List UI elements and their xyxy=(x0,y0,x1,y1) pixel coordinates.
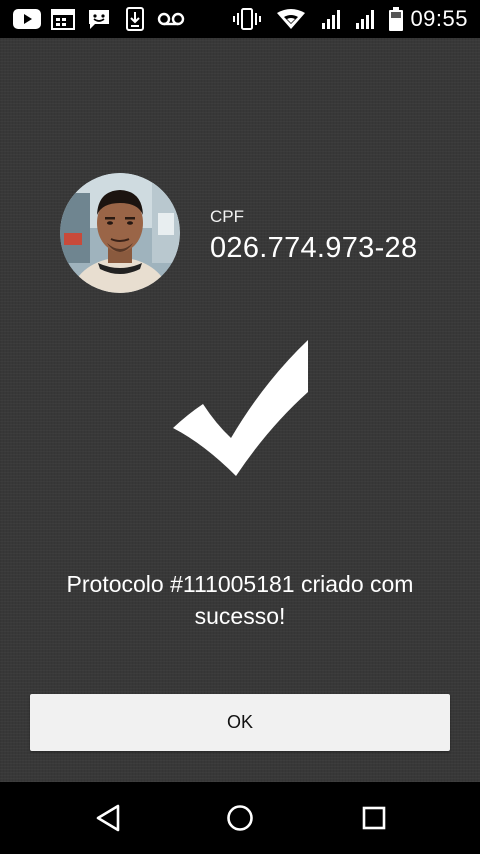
main-content: CPF 026.774.973-28 Protocolo #111005181 … xyxy=(0,38,480,782)
checkmark-icon xyxy=(172,340,308,476)
cpf-label: CPF xyxy=(210,207,244,226)
avatar xyxy=(60,173,180,293)
success-message: Protocolo #111005181 criado com sucesso! xyxy=(66,571,414,629)
home-icon[interactable] xyxy=(192,782,288,854)
signal-icon xyxy=(354,0,378,38)
calendar-icon xyxy=(50,0,76,38)
vibrate-icon xyxy=(232,0,262,38)
messaging-icon xyxy=(86,0,112,38)
wifi-icon xyxy=(276,0,306,38)
voicemail-icon xyxy=(156,0,186,38)
back-icon[interactable] xyxy=(60,782,156,854)
signal-icon xyxy=(320,0,344,38)
navigation-bar xyxy=(0,782,480,854)
status-bar: 09:55 xyxy=(0,0,480,38)
status-time: 09:55 xyxy=(410,6,468,31)
battery-icon xyxy=(386,0,406,38)
recents-icon[interactable] xyxy=(326,782,422,854)
youtube-icon xyxy=(12,0,42,38)
cpf-value: 026.774.973-28 xyxy=(210,232,418,264)
download-icon xyxy=(124,0,146,38)
ok-button[interactable]: OK xyxy=(30,694,450,751)
